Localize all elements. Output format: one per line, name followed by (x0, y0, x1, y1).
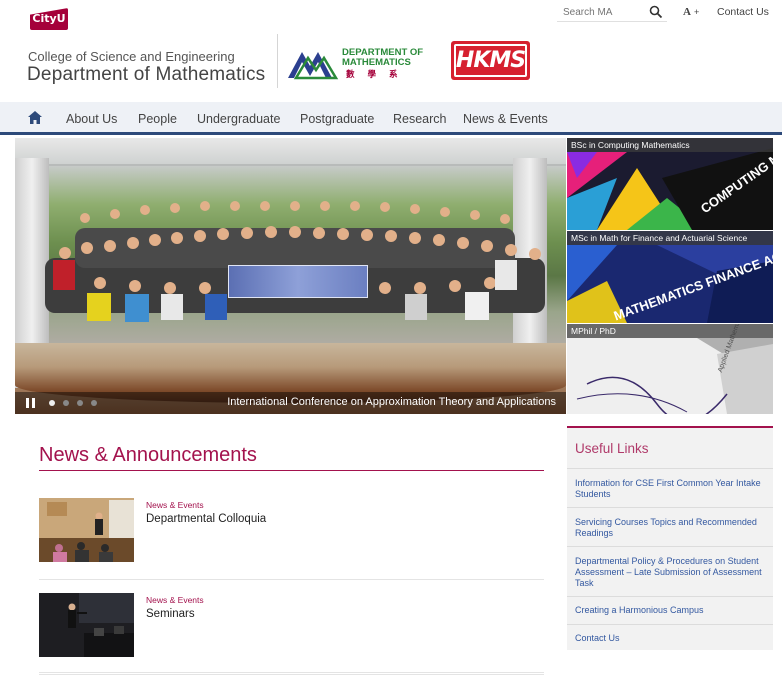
cityu-logo[interactable]: CityU (30, 8, 68, 30)
font-size-button[interactable]: A + (683, 6, 699, 18)
tile-label: BSc in Computing Mathematics (567, 138, 773, 152)
news-item[interactable]: News & Events Departmental Colloquia (39, 498, 544, 580)
news-divider (39, 672, 544, 673)
main-nav: About Us People Undergraduate Postgradua… (0, 102, 782, 135)
font-size-plus: + (693, 7, 700, 17)
useful-links-panel: Useful Links Information for CSE First C… (567, 426, 773, 650)
useful-link-assessment-policy[interactable]: Departmental Policy & Procedures on Stud… (575, 556, 767, 589)
pause-icon[interactable] (26, 398, 35, 408)
search-box (557, 2, 667, 22)
dm-logo-line2: MATHEMATICS (342, 57, 411, 68)
tile-label: MSc in Math for Finance and Actuarial Sc… (567, 231, 773, 245)
nav-people[interactable]: People (138, 112, 177, 126)
useful-links-heading: Useful Links (575, 441, 649, 456)
search-icon[interactable] (649, 5, 663, 19)
news-heading-rule (39, 470, 544, 471)
nav-research[interactable]: Research (393, 112, 447, 126)
carousel-dots (49, 400, 97, 406)
carousel-controls: International Conference on Approximatio… (15, 392, 566, 414)
nav-news-events[interactable]: News & Events (463, 112, 548, 126)
tile-label: MPhil / PhD (567, 324, 773, 338)
home-icon[interactable] (28, 111, 42, 124)
carousel-dot-3[interactable] (77, 400, 83, 406)
contact-us-link[interactable]: Contact Us (717, 6, 769, 18)
useful-link-servicing-courses[interactable]: Servicing Courses Topics and Recommended… (575, 517, 767, 539)
useful-links-divider (567, 624, 773, 625)
useful-link-contact-us[interactable]: Contact Us (575, 633, 767, 644)
news-title[interactable]: Departmental Colloquia (146, 513, 266, 525)
nav-undergraduate[interactable]: Undergraduate (197, 112, 280, 126)
news-item[interactable]: News & Events Seminars (39, 593, 544, 675)
header-divider (277, 34, 278, 88)
news-category[interactable]: News & Events (146, 595, 204, 605)
carousel-dot-2[interactable] (63, 400, 69, 406)
hero-photo-roof (15, 138, 566, 166)
hero-carousel[interactable]: International Conference on Approximatio… (15, 138, 566, 414)
tile-mphil-phd[interactable]: MPhil / PhD Applied Mathematics (567, 324, 773, 414)
news-title[interactable]: Seminars (146, 608, 195, 620)
department-title[interactable]: Department of Mathematics (27, 64, 265, 86)
dm-logo-chinese: 數學系 (346, 69, 411, 79)
news-heading: News & Announcements (39, 444, 257, 466)
carousel-dot-4[interactable] (91, 400, 97, 406)
nav-postgraduate[interactable]: Postgraduate (300, 112, 374, 126)
tile-msc-finance-actuarial[interactable]: MSc in Math for Finance and Actuarial Sc… (567, 231, 773, 323)
college-name[interactable]: College of Science and Engineering (28, 49, 235, 64)
useful-links-divider (567, 468, 773, 469)
nav-about-us[interactable]: About Us (66, 112, 117, 126)
font-size-letter: A (683, 6, 691, 18)
carousel-dot-1[interactable] (49, 400, 55, 406)
carousel-caption[interactable]: International Conference on Approximatio… (227, 396, 556, 408)
useful-links-divider (567, 507, 773, 508)
useful-links-divider (567, 596, 773, 597)
news-category[interactable]: News & Events (146, 500, 204, 510)
hero-photo-banner (228, 265, 368, 298)
hkms-logo[interactable]: HKMS (451, 41, 530, 80)
search-input[interactable] (557, 3, 645, 22)
hkms-logo-text: HKMS (454, 44, 527, 77)
news-thumbnail[interactable] (39, 498, 134, 562)
useful-link-harmonious-campus[interactable]: Creating a Harmonious Campus (575, 605, 767, 616)
useful-link-cse-first-year[interactable]: Information for CSE First Common Year In… (575, 478, 767, 500)
news-thumbnail[interactable] (39, 593, 134, 657)
useful-links-divider (567, 546, 773, 547)
tile-bsc-computing-mathematics[interactable]: BSc in Computing Mathematics COMPUTING M… (567, 138, 773, 230)
